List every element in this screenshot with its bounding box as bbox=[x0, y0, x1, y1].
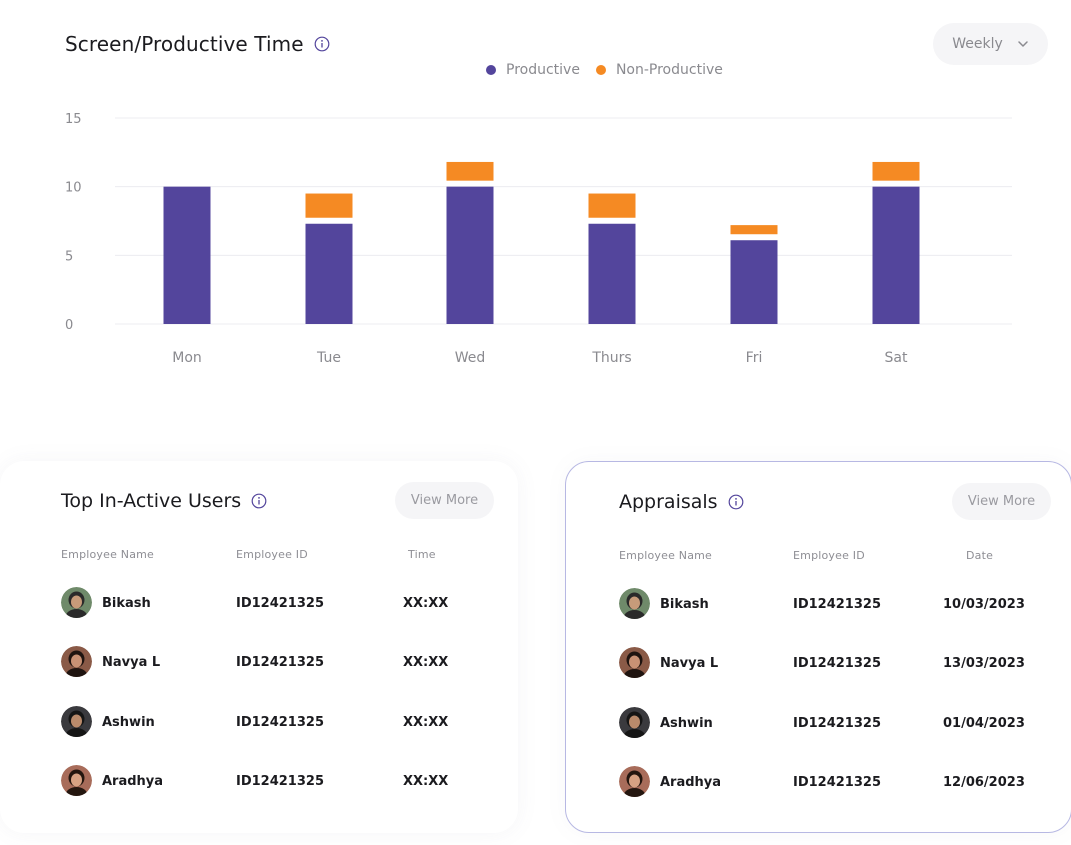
table-row[interactable]: Navya L ID12421325 XX:XX bbox=[0, 646, 518, 682]
employee-name: Bikash bbox=[102, 596, 151, 611]
column-header-time: Time bbox=[408, 548, 436, 561]
legend-label-non-productive: Non-Productive bbox=[615, 62, 723, 78]
bar-non-productive bbox=[730, 225, 778, 235]
legend-item-non-productive: Non-Productive bbox=[595, 62, 723, 78]
avatar bbox=[619, 647, 650, 679]
column-header-name: Employee Name bbox=[619, 549, 713, 562]
appraisal-date: 01/04/2023 bbox=[943, 715, 1025, 731]
appraisal-date: 12/06/2023 bbox=[943, 774, 1025, 790]
bar-non-productive bbox=[305, 193, 353, 218]
employee-id: ID12421325 bbox=[236, 596, 324, 611]
x-tick-label: Tue bbox=[316, 350, 341, 366]
table-row[interactable]: Ashwin ID12421325 XX:XX bbox=[0, 705, 518, 742]
info-icon[interactable] bbox=[314, 36, 330, 52]
chart-header: Screen/Productive Time bbox=[65, 32, 330, 56]
x-tick-label: Sat bbox=[885, 350, 908, 366]
avatar bbox=[619, 588, 650, 619]
avatar bbox=[61, 587, 92, 618]
employee-name: Ashwin bbox=[102, 714, 155, 730]
period-dropdown[interactable]: Weekly bbox=[933, 23, 1048, 65]
employee-id: ID12421325 bbox=[236, 714, 324, 730]
legend-swatch-productive bbox=[486, 65, 496, 75]
y-tick-label: 0 bbox=[65, 318, 73, 333]
productive-time-card: Screen/Productive Time Weekly Productive… bbox=[0, 0, 1071, 400]
employee-name: Aradhya bbox=[102, 773, 164, 789]
chart-title: Screen/Productive Time bbox=[65, 32, 304, 56]
inactive-time: XX:XX bbox=[403, 773, 449, 789]
info-icon[interactable] bbox=[728, 494, 744, 510]
inactive-time: XX:XX bbox=[403, 596, 449, 611]
inactive-time: XX:XX bbox=[403, 655, 449, 671]
y-tick-label: 15 bbox=[65, 112, 82, 127]
table-row[interactable]: Aradhya ID12421325 XX:XX bbox=[0, 764, 518, 801]
legend-item-productive: Productive bbox=[486, 62, 580, 78]
employee-id: ID12421325 bbox=[236, 773, 324, 789]
employee-id: ID12421325 bbox=[236, 655, 324, 671]
table-row[interactable]: Bikash ID12421325 10/03/2023 bbox=[566, 588, 1071, 624]
table-row[interactable]: Ashwin ID12421325 01/04/2023 bbox=[566, 706, 1071, 743]
x-tick-label: Mon bbox=[172, 350, 202, 366]
avatar bbox=[619, 765, 650, 797]
column-header-name: Employee Name bbox=[61, 548, 155, 561]
inactive-time: XX:XX bbox=[403, 714, 449, 730]
chevron-down-icon bbox=[1018, 41, 1028, 47]
employee-name: Aradhya bbox=[660, 774, 722, 790]
bar-productive bbox=[446, 186, 494, 324]
column-header-id: Employee ID bbox=[793, 549, 865, 562]
appraisals-title: Appraisals bbox=[619, 491, 718, 513]
inactive-users-card: Top In-Active Users View More Employee N… bbox=[0, 461, 518, 833]
avatar bbox=[61, 646, 92, 678]
bar-chart: 15 10 5 0 Mon Tue Wed Thurs Fri Sat bbox=[65, 112, 1012, 366]
avatar bbox=[61, 764, 92, 796]
table-row[interactable]: Bikash ID12421325 XX:XX bbox=[0, 587, 518, 623]
appraisal-date: 10/03/2023 bbox=[943, 597, 1025, 612]
appraisals-card: Appraisals View More Employee Name Emplo… bbox=[565, 461, 1071, 833]
view-more-button[interactable]: View More bbox=[952, 483, 1051, 520]
legend-swatch-non-productive bbox=[595, 65, 606, 75]
bar-productive bbox=[163, 186, 211, 324]
inactive-users-title: Top In-Active Users bbox=[61, 490, 242, 512]
legend-label-productive: Productive bbox=[506, 62, 580, 78]
view-more-button[interactable]: View More bbox=[395, 482, 494, 519]
period-dropdown-label: Weekly bbox=[952, 36, 1003, 52]
x-tick-label: Thurs bbox=[591, 350, 631, 366]
employee-id: ID12421325 bbox=[793, 774, 881, 790]
chart-legend: Productive Non-Productive bbox=[486, 62, 723, 78]
x-tick-label: Wed bbox=[455, 350, 486, 366]
table-row[interactable]: Navya L ID12421325 13/03/2023 bbox=[566, 647, 1071, 683]
employee-name: Navya L bbox=[660, 656, 719, 672]
bar-productive bbox=[305, 223, 353, 324]
appraisal-date: 13/03/2023 bbox=[943, 656, 1025, 672]
bar-productive bbox=[872, 186, 920, 324]
column-header-date: Date bbox=[966, 549, 994, 562]
avatar bbox=[619, 706, 650, 738]
bar-non-productive bbox=[446, 161, 494, 181]
employee-name: Ashwin bbox=[660, 715, 713, 731]
avatar bbox=[61, 705, 92, 737]
bar-productive bbox=[730, 240, 778, 324]
employee-id: ID12421325 bbox=[793, 656, 881, 672]
info-icon[interactable] bbox=[251, 493, 267, 509]
y-tick-label: 10 bbox=[65, 181, 82, 196]
appraisals-header: Appraisals bbox=[619, 491, 744, 513]
employee-name: Navya L bbox=[102, 655, 161, 671]
bar-productive bbox=[588, 223, 636, 324]
bar-non-productive bbox=[588, 193, 636, 218]
x-tick-label: Fri bbox=[746, 350, 763, 366]
employee-id: ID12421325 bbox=[793, 597, 881, 612]
employee-name: Bikash bbox=[660, 597, 709, 612]
y-tick-label: 5 bbox=[65, 249, 73, 264]
column-header-id: Employee ID bbox=[236, 548, 308, 561]
table-row[interactable]: Aradhya ID12421325 12/06/2023 bbox=[566, 765, 1071, 802]
inactive-users-header: Top In-Active Users bbox=[61, 490, 267, 512]
bar-non-productive bbox=[872, 161, 920, 181]
employee-id: ID12421325 bbox=[793, 715, 881, 731]
